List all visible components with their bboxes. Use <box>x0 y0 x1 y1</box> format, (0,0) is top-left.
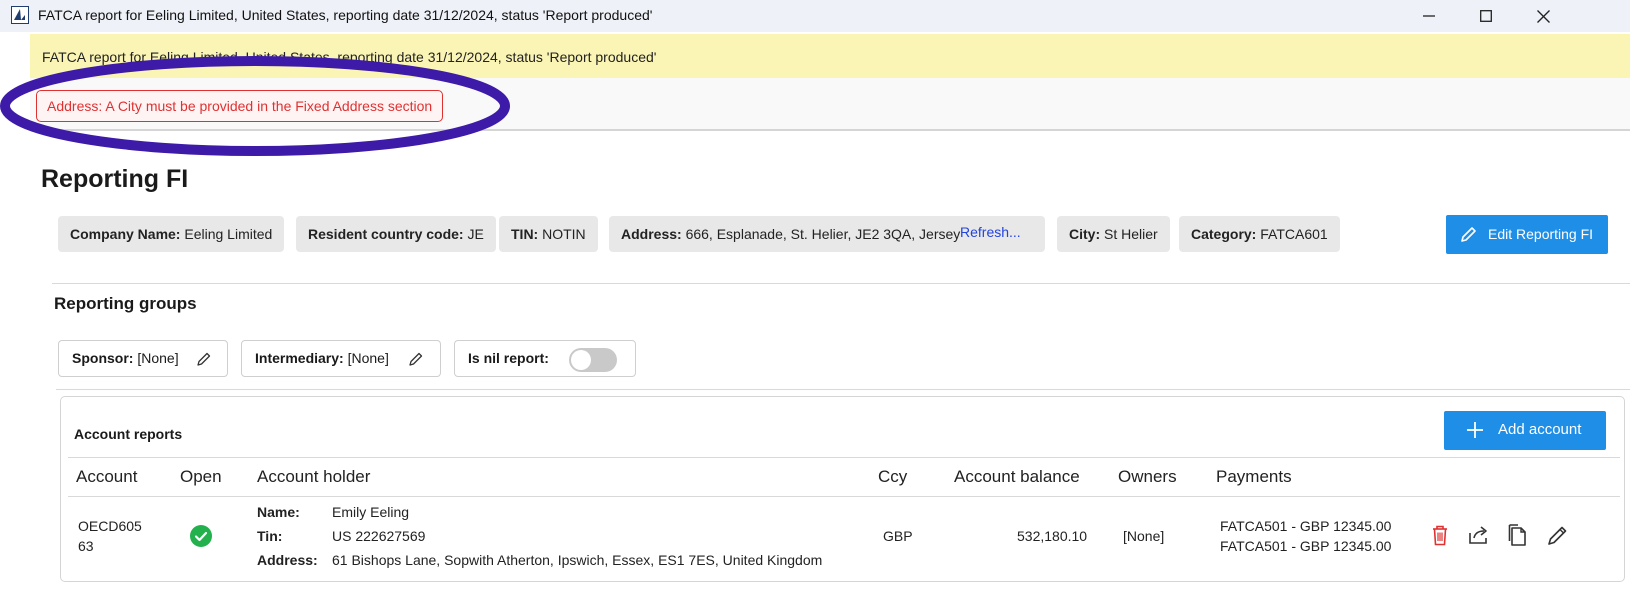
share-icon[interactable] <box>1467 524 1491 546</box>
validation-area: Address: A City must be provided in the … <box>30 78 1630 131</box>
title-bar: FATCA report for Eeling Limited, United … <box>0 0 1630 32</box>
header-top-divider <box>68 457 1620 458</box>
plus-icon <box>1467 422 1483 438</box>
tin-value: NOTIN <box>542 226 586 242</box>
minimize-button[interactable] <box>1400 0 1458 32</box>
minimize-icon <box>1423 15 1435 17</box>
edit-intermediary-icon[interactable] <box>408 351 424 367</box>
holder-name-value: Emily Eeling <box>332 504 410 520</box>
resident-country-label: Resident country code: <box>308 226 464 242</box>
nil-report-label: Is nil report: <box>468 350 549 366</box>
reporting-groups-heading: Reporting groups <box>54 294 197 313</box>
edit-account-icon[interactable] <box>1547 524 1569 546</box>
edit-sponsor-icon[interactable] <box>196 351 212 367</box>
tin-label: TIN: <box>511 226 539 242</box>
column-header-account[interactable]: Account <box>76 467 137 487</box>
ccy-value: GBP <box>883 528 913 544</box>
delete-icon[interactable] <box>1430 524 1450 546</box>
window-title: FATCA report for Eeling Limited, United … <box>38 7 653 23</box>
app-logo-icon <box>11 6 29 24</box>
city-field: City: St Helier <box>1057 216 1170 252</box>
edit-reporting-fi-label: Edit Reporting FI <box>1488 226 1594 242</box>
column-header-account-balance[interactable]: Account balance <box>954 467 1080 487</box>
toggle-knob <box>571 350 591 370</box>
account-reports-panel: Account reports Add account Account Open… <box>60 396 1625 582</box>
column-header-ccy[interactable]: Ccy <box>878 467 907 487</box>
company-name-label: Company Name: <box>70 226 181 242</box>
copy-icon[interactable] <box>1508 524 1530 546</box>
pencil-icon <box>1461 227 1476 242</box>
validation-error-badge[interactable]: Address: A City must be provided in the … <box>36 90 444 122</box>
address-label: Address: <box>621 226 682 242</box>
column-header-owners[interactable]: Owners <box>1118 467 1177 487</box>
address-value: 666, Esplanade, St. Helier, JE2 3QA, Jer… <box>685 226 961 242</box>
holder-address-value: 61 Bishops Lane, Sopwith Atherton, Ipswi… <box>332 552 823 568</box>
resident-country-value: JE <box>467 226 484 242</box>
open-check-icon <box>190 525 212 547</box>
sponsor-field[interactable]: Sponsor: [None] <box>58 340 228 377</box>
groups-divider <box>56 389 1630 390</box>
edit-reporting-fi-button[interactable]: Edit Reporting FI <box>1446 215 1608 254</box>
payment-item: FATCA501 - GBP 12345.00 <box>1220 518 1392 534</box>
address-field: Address: 666, Esplanade, St. Helier, JE2… <box>609 216 1045 252</box>
city-label: City: <box>1069 226 1101 242</box>
account-reports-title: Account reports <box>74 426 183 442</box>
city-value: St Helier <box>1104 226 1158 242</box>
account-number-line2: 63 <box>78 538 94 554</box>
refresh-link[interactable]: Refresh... <box>960 214 1021 250</box>
column-header-open[interactable]: Open <box>180 467 222 487</box>
category-label: Category: <box>1191 226 1257 242</box>
add-account-button[interactable]: Add account <box>1444 411 1606 450</box>
report-status-text: FATCA report for Eeling Limited, United … <box>42 49 657 65</box>
account-balance-value: 532,180.10 <box>1017 528 1088 544</box>
account-number-line1: OECD605 <box>78 518 142 534</box>
intermediary-value: [None] <box>347 350 389 366</box>
maximize-button[interactable] <box>1457 0 1515 32</box>
add-account-label: Add account <box>1498 421 1582 438</box>
holder-name-label: Name: <box>257 504 300 520</box>
reporting-fi-heading: Reporting FI <box>41 165 189 193</box>
category-value: FATCA601 <box>1260 226 1328 242</box>
company-name-field: Company Name: Eeling Limited <box>58 216 285 252</box>
nil-report-toggle[interactable] <box>569 348 617 372</box>
header-bottom-divider <box>68 496 1620 497</box>
company-name-value: Eeling Limited <box>184 226 273 242</box>
payment-item: FATCA501 - GBP 12345.00 <box>1220 538 1392 554</box>
owners-value: [None] <box>1123 528 1165 544</box>
holder-address-label: Address: <box>257 552 318 568</box>
sponsor-value: [None] <box>137 350 179 366</box>
sponsor-label: Sponsor: <box>72 350 134 366</box>
tin-field: TIN: NOTIN <box>499 216 598 252</box>
report-status-bar: FATCA report for Eeling Limited, United … <box>30 34 1630 78</box>
category-field: Category: FATCA601 <box>1179 216 1340 252</box>
column-header-payments[interactable]: Payments <box>1216 467 1292 487</box>
column-header-account-holder[interactable]: Account holder <box>257 467 370 487</box>
section-divider <box>52 283 1630 284</box>
intermediary-label: Intermediary: <box>255 350 344 366</box>
maximize-icon <box>1480 10 1492 22</box>
nil-report-field: Is nil report: <box>454 340 636 377</box>
close-button[interactable] <box>1514 0 1572 32</box>
holder-tin-value: US 222627569 <box>332 528 426 544</box>
intermediary-field[interactable]: Intermediary: [None] <box>241 340 441 377</box>
resident-country-field: Resident country code: JE <box>296 216 496 252</box>
close-icon <box>1536 9 1550 23</box>
holder-tin-label: Tin: <box>257 528 283 544</box>
